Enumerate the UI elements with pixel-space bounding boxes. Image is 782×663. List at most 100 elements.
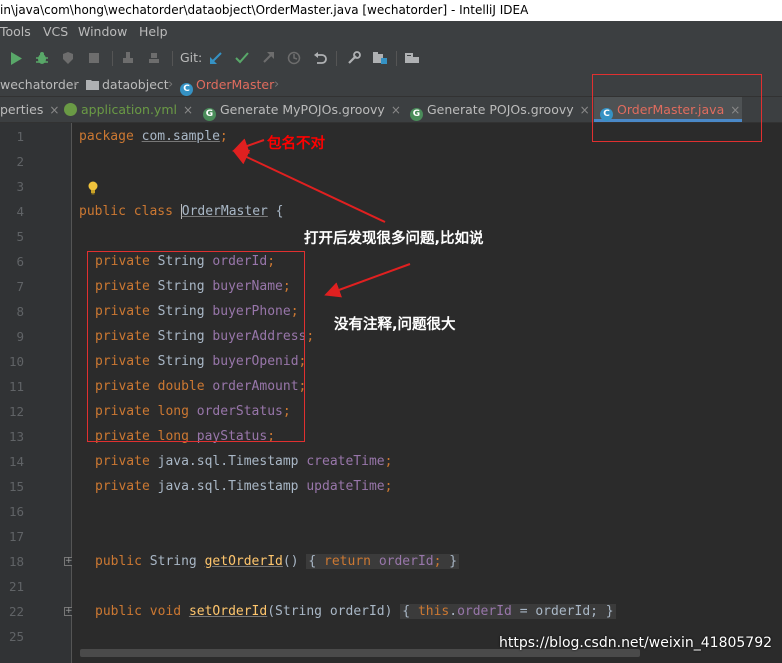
close-icon[interactable]: ×	[391, 103, 401, 117]
line-number: 17	[8, 529, 24, 544]
settings-wrench-icon[interactable]	[344, 48, 364, 68]
keyword: public class	[79, 204, 173, 219]
breadcrumb-item-dataobject[interactable]: dataobject	[86, 74, 169, 96]
line-number: 10	[8, 354, 24, 369]
type: void	[149, 604, 182, 619]
line-number: 12	[8, 404, 24, 419]
watermark-url: https://blog.csdn.net/weixin_41805792	[499, 635, 773, 651]
line-number: 16	[8, 504, 24, 519]
vcs-commit-icon[interactable]	[232, 48, 252, 68]
toolbar-separator	[396, 51, 397, 66]
assignment: = orderId;	[511, 604, 598, 619]
tab-label: perties	[0, 102, 44, 117]
close-icon[interactable]: ×	[580, 103, 590, 117]
parameter: String orderId	[275, 604, 385, 619]
debug-icon[interactable]	[32, 48, 52, 68]
java-class-icon: C	[180, 83, 193, 96]
highlight-box-fields	[87, 251, 305, 442]
vcs-push-icon[interactable]	[258, 48, 278, 68]
chevron-right-icon: ›	[73, 77, 79, 92]
class-name: OrderMaster	[180, 204, 268, 219]
toolbar-separator	[336, 51, 337, 66]
type: java.sql.Timestamp	[157, 479, 299, 494]
tab-label: Generate POJOs.groovy	[427, 102, 574, 117]
keyword: this	[417, 604, 450, 619]
lightbulb-icon[interactable]	[87, 181, 99, 195]
window-title: in\java\com\hong\wechatorder\dataobject\…	[0, 3, 529, 17]
field-name: orderId	[378, 554, 434, 569]
menu-window[interactable]: Window	[78, 21, 127, 42]
line-number: 22	[8, 604, 24, 619]
main-toolbar: Git:	[0, 42, 782, 75]
line-number: 7	[16, 279, 24, 294]
tab-properties[interactable]: perties ×	[0, 97, 59, 122]
toolbar-separator	[112, 51, 113, 66]
line-number: 1	[16, 129, 24, 144]
keyword: return	[324, 554, 371, 569]
menu-help[interactable]: Help	[139, 21, 168, 42]
build-project-icon[interactable]	[144, 48, 164, 68]
tab-generate-mypojos[interactable]: G Generate MyPOJOs.groovy ×	[203, 97, 403, 122]
code-line-package: package com.sample;	[79, 128, 228, 146]
git-label: Git:	[180, 50, 203, 65]
annotation-many-problems: 打开后发现很多问题,比如说	[304, 231, 484, 247]
breadcrumb-label: dataobject	[102, 77, 169, 92]
toolbar-separator	[172, 51, 173, 66]
code-line-getter: public String getOrderId() { return orde…	[95, 554, 460, 569]
run-icon[interactable]	[6, 48, 26, 68]
field-name: createTime	[306, 454, 385, 469]
breadcrumb-item-ordermaster[interactable]: C OrderMaster	[180, 74, 274, 96]
method-name: getOrderId	[204, 554, 283, 569]
breadcrumb-item-wechatorder[interactable]: wechatorder	[0, 74, 79, 96]
sdk-manager-icon[interactable]	[402, 48, 422, 68]
groovy-icon: G	[410, 108, 423, 121]
code-line-field: private java.sql.Timestamp createTime;	[95, 454, 393, 469]
code-line-class-decl: public class OrderMaster {	[79, 203, 284, 221]
menu-vcs[interactable]: VCS	[43, 21, 68, 42]
highlight-box-tab	[592, 74, 762, 142]
build-icon[interactable]	[118, 48, 138, 68]
code-line-setter: public void setOrderId(String orderId) {…	[95, 604, 616, 619]
vcs-update-icon[interactable]	[206, 48, 226, 68]
code-line-field: private java.sql.Timestamp updateTime;	[95, 479, 393, 494]
menu-bar: Tools VCS Window Help	[0, 21, 782, 42]
breadcrumb-label: OrderMaster	[196, 77, 275, 92]
keyword: public	[95, 554, 142, 569]
brace: {	[267, 204, 284, 219]
vcs-history-icon[interactable]	[284, 48, 304, 68]
punctuation: ;	[219, 129, 228, 144]
folded-region[interactable]: { return orderId; }	[306, 554, 460, 569]
folder-icon	[86, 80, 99, 90]
line-number: 13	[8, 429, 24, 444]
project-structure-icon[interactable]	[370, 48, 390, 68]
annotation-no-comments: 没有注释,问题很大	[334, 317, 456, 333]
vcs-rollback-icon[interactable]	[310, 48, 330, 68]
line-number: 25	[8, 629, 24, 644]
tab-label: Generate MyPOJOs.groovy	[220, 102, 385, 117]
line-number: 3	[16, 179, 24, 194]
close-icon[interactable]: ×	[183, 103, 193, 117]
line-number: 8	[16, 304, 24, 319]
line-number: 6	[16, 254, 24, 269]
field-name: orderId	[457, 604, 512, 619]
folded-region[interactable]: { this.orderId = orderId; }	[400, 604, 616, 619]
keyword: private	[95, 479, 150, 494]
chevron-right-icon: ›	[274, 77, 280, 92]
line-number: 11	[8, 379, 24, 394]
profile-icon[interactable]	[84, 48, 104, 68]
line-number: 18	[8, 554, 24, 569]
line-number: 15	[8, 479, 24, 494]
line-number: 9	[16, 329, 24, 344]
editor-gutter: 1 2 3 4 5 6 7 8 9 10 11 12 13 14 15 16 1…	[0, 123, 73, 663]
menu-tools[interactable]: Tools	[0, 21, 31, 42]
type: String	[149, 554, 197, 569]
tab-generate-pojos[interactable]: G Generate POJOs.groovy ×	[410, 97, 590, 122]
tab-label: application.yml	[81, 102, 177, 117]
run-coverage-icon[interactable]	[58, 48, 78, 68]
line-number: 21	[8, 579, 24, 594]
yaml-leaf-icon	[64, 103, 77, 116]
line-number: 14	[8, 454, 24, 469]
type: java.sql.Timestamp	[157, 454, 299, 469]
tab-application-yml[interactable]: application.yml ×	[64, 97, 194, 122]
close-icon[interactable]: ×	[49, 103, 59, 117]
